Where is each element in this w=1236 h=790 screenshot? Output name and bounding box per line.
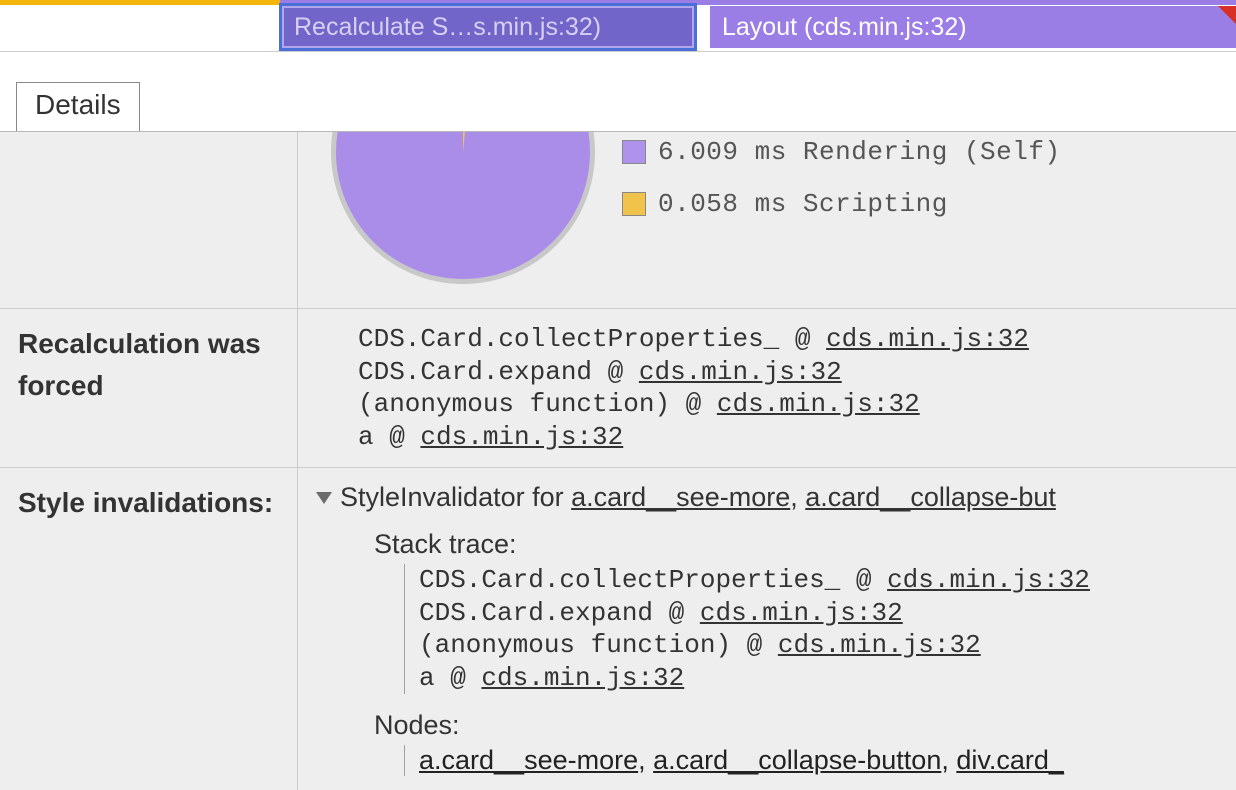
source-link[interactable]: cds.min.js:32 [717,389,920,419]
invalidation-prefix: StyleInvalidator for [340,482,571,512]
flame-block-label: Recalculate S…s.min.js:32) [294,13,601,42]
source-link[interactable]: cds.min.js:32 [826,324,1029,354]
stack-frame: a @ cds.min.js:32 [419,662,1236,695]
separator: , [790,482,805,512]
source-link[interactable]: cds.min.js:32 [420,422,623,452]
details-tabs: Details [0,82,1236,132]
source-link[interactable]: cds.min.js:32 [700,598,903,628]
flame-block-label: Layout (cds.min.js:32) [722,13,967,42]
flame-block-recalculate-style[interactable]: Recalculate S…s.min.js:32) [282,6,694,48]
node-link[interactable]: a.card__see-more [571,482,790,512]
style-invalidations-value: StyleInvalidator for a.card__see-more, a… [298,468,1236,790]
legend-text: 0.058 ms Scripting [658,189,948,219]
flame-chart-row[interactable]: Recalculate S…s.min.js:32) Layout (cds.m… [0,0,1236,52]
legend-text: 6.009 ms Rendering (Self) [658,137,1061,167]
stack-trace-title: Stack trace: [374,529,1236,560]
nodes-title: Nodes: [374,710,1236,741]
stack-frame: CDS.Card.expand @ cds.min.js:32 [419,597,1236,630]
stack-frame: (anonymous function) @ cds.min.js:32 [419,629,1236,662]
aggregate-time-label [0,132,298,308]
swatch-scripting [622,192,646,216]
layout-warning-icon [1218,6,1236,24]
style-invalidations-row: Style invalidations: StyleInvalidator fo… [0,468,1236,790]
node-link[interactable]: div.card_ [956,745,1064,775]
recalc-forced-label: Recalculation was forced [0,309,298,467]
recalc-forced-row: Recalculation was forced CDS.Card.collec… [0,309,1236,468]
stack-frame: a @ cds.min.js:32 [358,421,1236,454]
legend-item-rendering: 6.009 ms Rendering (Self) [622,132,1061,178]
stack-frame: CDS.Card.expand @ cds.min.js:32 [358,356,1236,389]
style-invalidations-label: Style invalidations: [0,468,298,790]
timing-strip-scripting [0,0,1236,5]
legend-item-scripting: 0.058 ms Scripting [622,178,1061,230]
source-link[interactable]: cds.min.js:32 [639,357,842,387]
node-link[interactable]: a.card__see-more [419,745,638,775]
stack-frame: CDS.Card.collectProperties_ @ cds.min.js… [358,323,1236,356]
node-link[interactable]: a.card__collapse-but [805,482,1056,512]
stack-frame: CDS.Card.collectProperties_ @ cds.min.js… [419,564,1236,597]
invalidation-stack-trace: Stack trace: CDS.Card.collectProperties_… [374,529,1236,694]
disclosure-triangle-icon[interactable] [316,492,332,504]
invalidation-nodes: Nodes: a.card__see-more, a.card__collaps… [374,710,1236,776]
aggregate-time-row: 6.009 ms Rendering (Self) 0.058 ms Scrip… [0,132,1236,309]
source-link[interactable]: cds.min.js:32 [778,630,981,660]
stack-frame: (anonymous function) @ cds.min.js:32 [358,388,1236,421]
source-link[interactable]: cds.min.js:32 [481,663,684,693]
tab-details[interactable]: Details [16,82,140,131]
flame-block-layout[interactable]: Layout (cds.min.js:32) [710,6,1236,48]
timing-strip-rendering [280,0,1236,5]
node-link[interactable]: a.card__collapse-button [653,745,941,775]
source-link[interactable]: cds.min.js:32 [887,565,1090,595]
nodes-list: a.card__see-more, a.card__collapse-butto… [419,745,1236,776]
aggregate-time-value: 6.009 ms Rendering (Self) 0.058 ms Scrip… [298,132,1236,308]
recalc-forced-value: CDS.Card.collectProperties_ @ cds.min.js… [298,309,1236,467]
tab-label: Details [35,89,121,120]
pie-legend: 6.009 ms Rendering (Self) 0.058 ms Scrip… [622,132,1061,230]
invalidation-item[interactable]: StyleInvalidator for a.card__see-more, a… [316,482,1236,513]
swatch-rendering [622,140,646,164]
